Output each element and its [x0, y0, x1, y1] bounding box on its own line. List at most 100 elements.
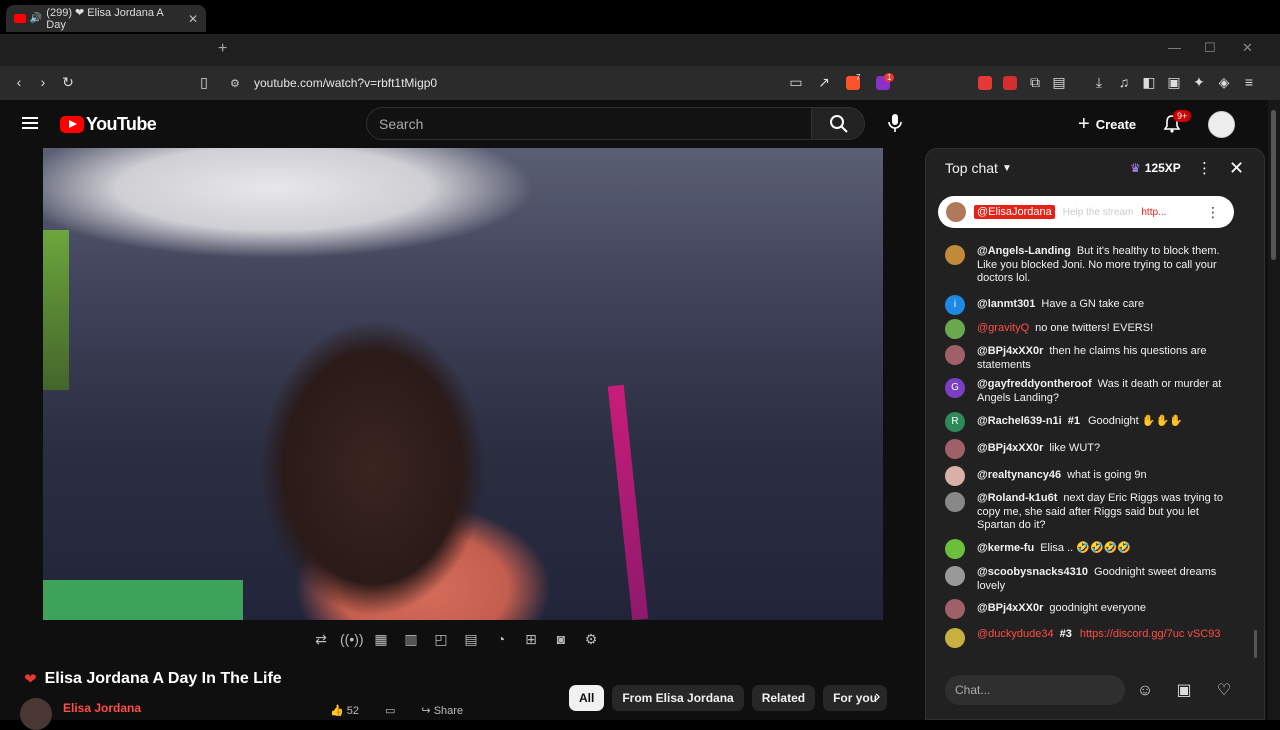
video-frame-detail — [43, 580, 243, 620]
chat-message[interactable]: @BPj4xXX0r goodnight everyone — [945, 599, 1235, 619]
extensions-puzzle-icon[interactable]: ⧉ — [1026, 74, 1044, 91]
pinned-more-icon[interactable]: ⋮ — [1206, 204, 1220, 221]
channel-avatar[interactable] — [20, 698, 52, 730]
back-icon[interactable]: ‹ — [10, 74, 28, 90]
chat-message[interactable]: @duckydude34 #3 https://discord.gg/7uc vSC… — [945, 628, 1235, 648]
voice-search-button[interactable] — [877, 106, 912, 141]
maximize-icon[interactable]: ☐ — [1204, 40, 1216, 56]
speaker-icon[interactable]: 🔊 — [30, 13, 42, 24]
chat-message[interactable]: @realtynancy46 what is going 9n — [945, 466, 1235, 486]
speed-icon[interactable]: ◔ — [490, 628, 512, 650]
chat-author[interactable]: @gravityQ — [977, 322, 1029, 334]
share-button[interactable]: ↪ Share — [421, 704, 463, 717]
adblock-icon[interactable] — [1003, 76, 1017, 90]
wallet-icon[interactable]: ▣ — [1165, 74, 1183, 91]
pinned-link[interactable]: http... — [1141, 207, 1166, 218]
chat-author[interactable]: @Roland-k1u6t — [977, 492, 1057, 504]
chat-author[interactable]: @lanmt301 — [977, 298, 1035, 310]
crown-icon: ♛ — [1130, 161, 1141, 175]
emoji-icon[interactable]: ☺ — [1134, 680, 1156, 702]
chat-message[interactable]: @kerme-fu Elisa .. 🤣🤣🤣🤣 — [945, 539, 1235, 559]
chat-author[interactable]: @realtynancy46 — [977, 469, 1061, 481]
bookmark-icon[interactable]: ▯ — [195, 74, 213, 91]
plus-icon: + — [1078, 112, 1090, 135]
chip-related[interactable]: Related — [751, 685, 816, 711]
chat-author[interactable]: @Angels-Landing — [977, 245, 1071, 257]
chat-message[interactable]: @gravityQ no one twitters! EVERS! — [945, 319, 1235, 339]
chat-message[interactable]: @scoobysnacks4310 Goodnight sweet dreams … — [945, 566, 1235, 593]
heart-reaction-icon[interactable]: ♡ — [1213, 680, 1235, 702]
frames-icon[interactable]: ▤ — [460, 628, 482, 650]
film-icon[interactable]: ▥ — [400, 628, 422, 650]
chip-all[interactable]: All — [569, 685, 605, 711]
pip-icon[interactable]: ▦ — [370, 628, 392, 650]
chat-message[interactable]: @BPj4xXX0r then he claims his questions a… — [945, 345, 1235, 372]
media-icon[interactable]: ♫ — [1115, 74, 1133, 90]
new-tab-button[interactable]: + — [218, 40, 227, 58]
chat-author[interactable]: @Rachel639-n1i — [977, 415, 1062, 427]
chat-author[interactable]: @BPj4xXX0r — [977, 602, 1043, 614]
minimize-icon[interactable]: — — [1168, 40, 1181, 55]
chevron-right-icon[interactable]: › — [875, 688, 880, 706]
share-page-icon[interactable]: ↗ — [815, 74, 833, 91]
video-actions: 👍 52 ▭ ↪ Share — [330, 704, 463, 717]
search-box[interactable] — [366, 107, 812, 140]
chat-message[interactable]: @Roland-k1u6t next day Eric Riggs was try… — [945, 492, 1235, 533]
chip-from-channel[interactable]: From Elisa Jordana — [612, 685, 744, 711]
chat-scrollbar-thumb[interactable] — [1254, 630, 1257, 658]
tab-close-icon[interactable]: ✕ — [188, 12, 198, 26]
chat-author[interactable]: @scoobysnacks4310 — [977, 566, 1088, 578]
site-info-icon[interactable]: ⚙ — [230, 77, 240, 90]
guide-menu-icon[interactable] — [22, 117, 38, 129]
search-input[interactable]: Search — [379, 116, 423, 132]
download-icon[interactable]: ⤓ — [1090, 74, 1108, 91]
cinema-icon[interactable]: ◰ — [430, 628, 452, 650]
video-player[interactable] — [43, 148, 883, 620]
chat-mode-selector[interactable]: Top chat ▼ — [945, 160, 1012, 176]
page-scrollbar-thumb[interactable] — [1271, 110, 1276, 260]
chat-message[interactable]: G @gayfreddyontheroof Was it death or mur… — [945, 378, 1235, 405]
window-close-icon[interactable]: ✕ — [1242, 40, 1253, 56]
reader-icon[interactable]: ▤ — [1050, 74, 1068, 91]
chat-author[interactable]: @gayfreddyontheroof — [977, 378, 1092, 390]
super-chat-icon[interactable]: ▣ — [1173, 680, 1195, 702]
youtube-logo-icon[interactable] — [60, 116, 84, 133]
audio-icon[interactable]: ((•)) — [340, 628, 364, 650]
create-button[interactable]: + Create — [1068, 107, 1152, 141]
chat-more-icon[interactable]: ⋮ — [1197, 159, 1212, 177]
chat-message[interactable]: R @Rachel639-n1i #1 Goodnight ✋✋✋ — [945, 412, 1235, 432]
sidebar-icon[interactable]: ◧ — [1140, 74, 1158, 91]
vpn-icon[interactable]: ◈ — [1215, 74, 1233, 91]
chat-close-icon[interactable]: ✕ — [1229, 158, 1244, 179]
account-avatar[interactable] — [1208, 111, 1235, 138]
like-button[interactable]: 👍 52 — [330, 704, 359, 717]
loop-icon[interactable]: ⇄ — [310, 628, 332, 650]
chat-message[interactable]: @BPj4xXX0r like WUT? — [945, 439, 1235, 459]
chat-author[interactable]: @kerme-fu — [977, 542, 1034, 554]
chat-message[interactable]: @Angels-Landing But it's healthy to block… — [945, 245, 1235, 286]
pinned-message[interactable]: @ElisaJordana Help the stream http... ⋮ — [938, 196, 1234, 228]
browser-tab[interactable]: 🔊 (299) ❤ Elisa Jordana A Day ✕ — [6, 5, 206, 32]
channel-name[interactable]: Elisa Jordana — [63, 701, 141, 715]
comment-icon[interactable]: ▭ — [385, 704, 395, 717]
reload-icon[interactable]: ↻ — [59, 74, 77, 91]
cast-icon[interactable]: ▭ — [787, 74, 805, 91]
chat-input[interactable]: Chat... — [945, 675, 1125, 705]
chat-message[interactable]: i @lanmt301 Have a GN take care — [945, 295, 1235, 315]
chat-link[interactable]: https://discord.gg/7uc vSC93 — [1080, 628, 1221, 640]
menu-icon[interactable]: ≡ — [1240, 74, 1258, 90]
screenshot-icon[interactable]: ◙ — [550, 628, 572, 650]
forward-icon[interactable]: › — [34, 74, 52, 90]
extension-red-icon[interactable] — [978, 76, 992, 90]
xp-display[interactable]: ♛ 125XP — [1130, 161, 1181, 175]
chat-author[interactable]: @duckydude34 — [977, 628, 1054, 640]
chat-avatar: G — [945, 378, 965, 398]
youtube-logo-text[interactable]: YouTube — [86, 114, 157, 135]
search-button[interactable] — [811, 107, 865, 140]
chat-author[interactable]: @BPj4xXX0r — [977, 345, 1043, 357]
zoom-icon[interactable]: ⊞ — [520, 628, 542, 650]
leo-ai-icon[interactable]: ✦ — [1190, 74, 1208, 91]
heart-icon: ❤ — [24, 671, 37, 688]
chat-author[interactable]: @BPj4xXX0r — [977, 442, 1043, 454]
settings-gear-icon[interactable]: ⚙ — [580, 628, 602, 650]
